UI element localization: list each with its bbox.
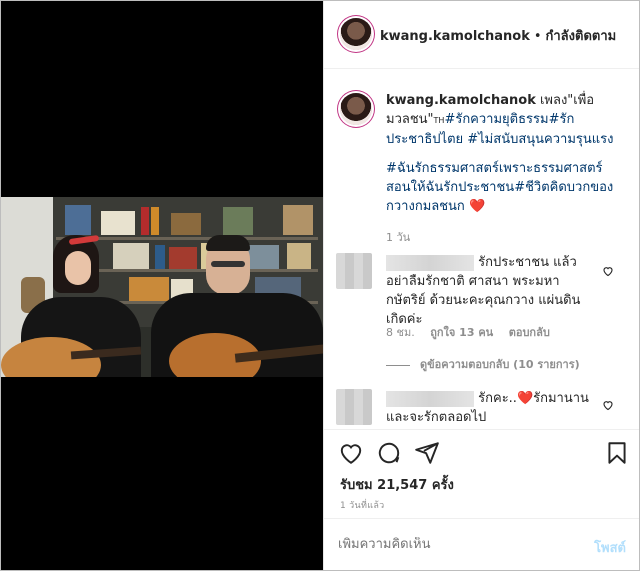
heart-emoji: ❤️	[468, 199, 486, 214]
reply-button[interactable]: ตอบกลับ	[509, 326, 550, 339]
add-comment-input[interactable]	[338, 537, 558, 552]
caption-username[interactable]: kwang.kamolchanok	[386, 93, 536, 108]
post-actions: รับชม 21,547 ครั้ง 1 วันที่แล้ว โพสต์	[324, 429, 639, 570]
comment-username-blurred[interactable]	[386, 390, 474, 407]
comment-avatar[interactable]	[336, 389, 372, 425]
caption-time[interactable]: 1 วัน	[386, 228, 616, 247]
like-heart-icon[interactable]	[338, 440, 364, 466]
following-button[interactable]: กำลังติดตาม	[546, 29, 617, 44]
comment-username-blurred[interactable]	[386, 254, 474, 271]
user-avatar[interactable]	[340, 18, 372, 50]
comment-avatar[interactable]	[336, 253, 372, 289]
post-details-panel: kwang.kamolchanok • กำลังติดตาม kwang.kamo…	[323, 1, 639, 570]
caption-hashtags-2[interactable]: #ฉันรักธรรมศาสตร์เพราะธรรมศาสตร์สอนให้ฉั…	[386, 161, 613, 214]
post-time[interactable]: 1 วันที่แล้ว	[340, 498, 385, 512]
share-send-icon[interactable]	[414, 440, 440, 466]
post-comment-button[interactable]: โพสต์	[594, 537, 626, 558]
video-frame[interactable]	[1, 197, 323, 377]
comment-likes[interactable]: ถูกใจ 13 คน	[430, 326, 493, 339]
comment-like-icon[interactable]	[602, 265, 614, 277]
comment-bubble-icon[interactable]	[376, 440, 402, 466]
view-replies[interactable]: ดูข้อความตอบกลับ (10 รายการ)	[386, 355, 580, 373]
caption-avatar[interactable]	[340, 93, 372, 125]
comment-item: รักคะ..❤️รักมานานและจะรักตลอดไป	[324, 385, 639, 429]
view-count[interactable]: รับชม 21,547 ครั้ง	[340, 474, 454, 495]
comment-like-icon[interactable]	[602, 399, 614, 411]
post-media[interactable]	[1, 1, 323, 570]
heart-emoji: ❤️	[516, 391, 534, 406]
comment-time[interactable]: 8 ชม.	[386, 326, 415, 339]
post-header: kwang.kamolchanok • กำลังติดตาม	[324, 1, 639, 69]
post-dialog: kwang.kamolchanok • กำลังติดตาม kwang.kamo…	[0, 0, 640, 571]
bookmark-icon[interactable]	[604, 440, 630, 466]
header-username[interactable]: kwang.kamolchanok	[380, 29, 530, 44]
add-comment-bar: โพสต์	[324, 518, 639, 570]
comment-item: รักประชาชน แล้วอย่าลืมรักชาติ ศาสนา พระม…	[324, 249, 639, 371]
